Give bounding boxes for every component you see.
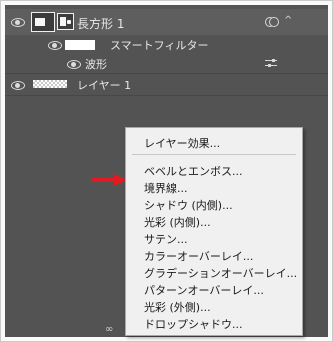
eye-icon[interactable]	[11, 80, 25, 90]
layer-thumbnail[interactable]	[31, 12, 55, 32]
vector-mask-icon	[57, 13, 74, 30]
layer-row-base[interactable]: レイヤー 1	[5, 75, 328, 93]
smart-filter-mask-thumbnail[interactable]	[65, 40, 95, 50]
menu-item-inner-shadow[interactable]: シャドウ (内側)...	[144, 197, 233, 213]
layer-effects-menu: レイヤー効果... ベベルとエンボス... 境界線... シャドウ (内側)..…	[125, 127, 303, 336]
layer-name[interactable]: 長方形 1	[77, 15, 124, 32]
chevron-up-icon[interactable]: ^	[284, 15, 292, 26]
menu-item-inner-glow[interactable]: 光彩 (内側)...	[144, 214, 211, 230]
menu-item-color-overlay[interactable]: カラーオーバーレイ...	[144, 248, 253, 264]
divider	[5, 95, 328, 96]
layer-thumbnail[interactable]	[33, 80, 67, 88]
menu-divider	[132, 154, 296, 155]
filter-name[interactable]: 波形	[85, 56, 107, 72]
menu-item-outer-glow[interactable]: 光彩 (外側)...	[144, 299, 211, 315]
menu-item-drop-shadow[interactable]: ドロップシャドウ...	[144, 316, 243, 332]
menu-item-satin[interactable]: サテン...	[144, 231, 188, 247]
screenshot-frame: 長方形 1 ^ スマートフィルター 波形 レイヤー 1 ∞ レイヤー効果... …	[0, 0, 333, 342]
menu-item-bevel-emboss[interactable]: ベベルとエンボス...	[144, 163, 243, 179]
sliders-icon[interactable]	[265, 58, 277, 68]
menu-item-gradient-overlay[interactable]: グラデーションオーバーレイ...	[144, 265, 297, 281]
menu-item-layer-effects[interactable]: レイヤー効果...	[144, 135, 220, 151]
eye-icon[interactable]	[48, 40, 62, 50]
smart-filters-label: スマートフィルター	[110, 39, 209, 52]
menu-item-stroke[interactable]: 境界線...	[144, 180, 188, 196]
eye-icon[interactable]	[11, 17, 25, 27]
linked-overlap-icon	[265, 16, 279, 27]
red-arrow-icon	[92, 174, 127, 186]
link-icon[interactable]: ∞	[105, 324, 113, 335]
layer-name[interactable]: レイヤー 1	[77, 77, 131, 93]
smart-filters-row[interactable]: スマートフィルター	[5, 35, 328, 53]
eye-icon[interactable]	[67, 59, 81, 69]
divider	[5, 73, 328, 74]
menu-item-pattern-overlay[interactable]: パターンオーバーレイ...	[144, 282, 264, 298]
layer-row-shape[interactable]: 長方形 1 ^	[5, 9, 328, 35]
filter-row-wave[interactable]: 波形	[5, 54, 328, 73]
